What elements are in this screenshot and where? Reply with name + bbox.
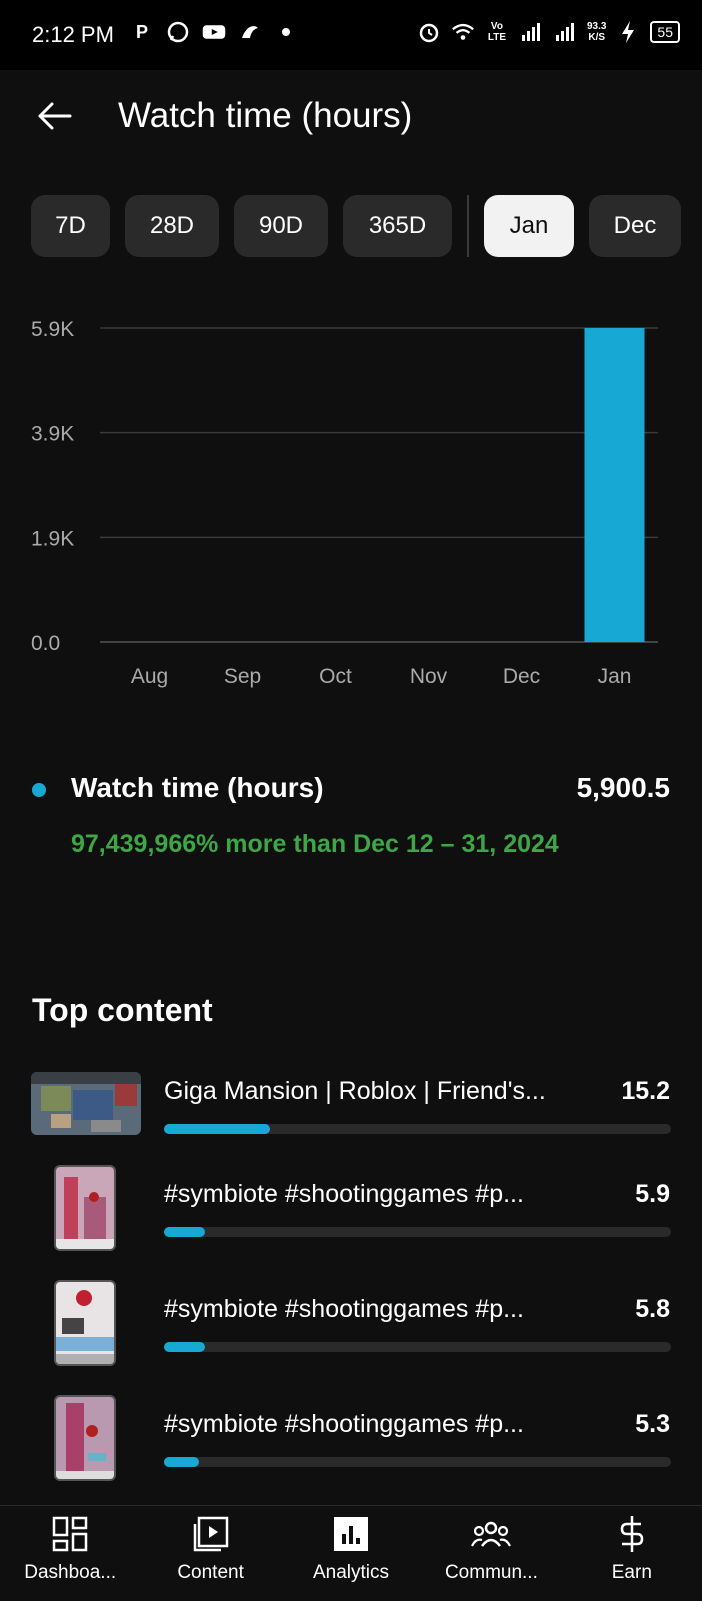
- content-bar-track: [164, 1342, 671, 1352]
- content-title: #symbiote #shootinggames #p...: [164, 1295, 524, 1323]
- analytics-icon: [331, 1514, 371, 1554]
- x-tick-label: Dec: [503, 665, 540, 688]
- nav-content[interactable]: Content: [140, 1506, 280, 1601]
- chip-jan[interactable]: Jan: [484, 195, 574, 257]
- watch-time-chart: 0.0 1.9K 3.9K 5.9K Aug Sep Oct Nov Dec Jan: [0, 300, 702, 720]
- youtube-icon: [202, 20, 226, 44]
- nav-earn[interactable]: Earn: [562, 1506, 702, 1601]
- dashboard-icon: [50, 1514, 90, 1554]
- y-tick-label: 5.9K: [31, 318, 74, 341]
- nav-label: Earn: [611, 1562, 652, 1583]
- metric-label: Watch time (hours): [71, 772, 324, 803]
- period-chips: 7D 28D 90D 365D Jan Dec: [31, 195, 681, 257]
- content-title: Giga Mansion | Roblox | Friend's...: [164, 1077, 546, 1105]
- content-value: 15.2: [621, 1077, 670, 1105]
- short-thumbnail: [54, 1280, 116, 1366]
- video-thumbnail: [31, 1072, 141, 1135]
- content-row[interactable]: #symbiote #shootinggames #p... 5.3: [0, 1395, 702, 1505]
- nav-label: Commun...: [444, 1562, 538, 1583]
- legend-dot: [32, 783, 46, 797]
- y-tick-label: 1.9K: [31, 527, 74, 550]
- volte-icon: Vo LTE: [487, 21, 507, 43]
- content-bar-track: [164, 1457, 671, 1467]
- content-bar-fill: [164, 1227, 205, 1237]
- chart-svg: 0.0 1.9K 3.9K 5.9K Aug Sep Oct Nov Dec Jan: [31, 318, 658, 688]
- nav-analytics[interactable]: Analytics: [281, 1506, 421, 1601]
- page-title: Watch time (hours): [118, 96, 413, 135]
- wifi-icon: [451, 20, 475, 44]
- content-value: 5.3: [635, 1410, 670, 1438]
- earn-icon: [612, 1514, 652, 1554]
- community-icon: [471, 1514, 512, 1554]
- content-row[interactable]: #symbiote #shootinggames #p... 5.9: [0, 1165, 702, 1275]
- nav-dashboard[interactable]: Dashboa...: [0, 1506, 140, 1601]
- whatsapp-icon: [166, 20, 190, 44]
- content-bar-fill: [164, 1457, 200, 1467]
- x-tick-label: Jan: [598, 665, 632, 688]
- battery-icon: 55: [650, 21, 680, 43]
- system-icons: Vo LTE 93.3 K/S 55: [417, 20, 680, 44]
- signal-icon-1: [519, 20, 543, 44]
- chart-bar[interactable]: [584, 328, 645, 642]
- content-value: 5.8: [635, 1295, 670, 1323]
- status-time: 2:12 PM: [32, 22, 114, 47]
- content-bar-fill: [164, 1124, 271, 1134]
- chip-dec[interactable]: Dec: [589, 195, 681, 257]
- content-title: #symbiote #shootinggames #p...: [164, 1180, 524, 1208]
- signal-icon-2: [553, 20, 577, 44]
- chip-90d[interactable]: 90D: [234, 195, 328, 257]
- short-thumbnail: [54, 1395, 116, 1481]
- y-tick-label: 0.0: [31, 632, 60, 655]
- parking-icon: P: [135, 21, 148, 42]
- net-speed: 93.3 K/S: [586, 21, 607, 43]
- charging-icon: [616, 20, 640, 44]
- content-bar-track: [164, 1124, 671, 1134]
- nav-community[interactable]: Commun...: [421, 1506, 561, 1601]
- nav-label: Analytics: [313, 1562, 390, 1583]
- x-tick-label: Nov: [410, 665, 448, 688]
- status-bar: 2:12 PM P Vo LTE 93.3 K/S 55: [0, 0, 702, 70]
- notification-icons: P: [130, 20, 298, 44]
- nav-label: Dashboa...: [24, 1562, 117, 1583]
- back-arrow-icon: [38, 102, 72, 130]
- chip-7d[interactable]: 7D: [31, 195, 110, 257]
- x-tick-label: Aug: [131, 665, 168, 688]
- content-icon: [191, 1514, 231, 1554]
- metric-value: 5,900.5: [576, 772, 670, 803]
- metric-comparison: 97,439,966% more than Dec 12 – 31, 2024: [71, 830, 559, 858]
- back-button[interactable]: [30, 92, 78, 140]
- chip-365d[interactable]: 365D: [343, 195, 452, 257]
- dot-icon: [274, 20, 298, 44]
- chip-divider: [467, 195, 469, 257]
- content-value: 5.9: [635, 1180, 670, 1208]
- x-tick-label: Sep: [224, 665, 261, 688]
- x-tick-label: Oct: [319, 665, 352, 688]
- content-title: #symbiote #shootinggames #p...: [164, 1410, 524, 1438]
- nav-label: Content: [177, 1562, 244, 1583]
- alarm-icon: [417, 20, 441, 44]
- y-tick-label: 3.9K: [31, 423, 74, 446]
- chip-28d[interactable]: 28D: [125, 195, 219, 257]
- content-bar-track: [164, 1227, 671, 1237]
- bird-icon: [238, 20, 262, 44]
- content-bar-fill: [164, 1342, 205, 1352]
- bottom-nav: Dashboa... Content Analytics Commun... E…: [0, 1505, 702, 1601]
- content-row[interactable]: #symbiote #shootinggames #p... 5.8: [0, 1280, 702, 1390]
- top-content-title: Top content: [32, 992, 213, 1028]
- content-row[interactable]: Giga Mansion | Roblox | Friend's... 15.2: [0, 1072, 702, 1172]
- short-thumbnail: [54, 1165, 116, 1251]
